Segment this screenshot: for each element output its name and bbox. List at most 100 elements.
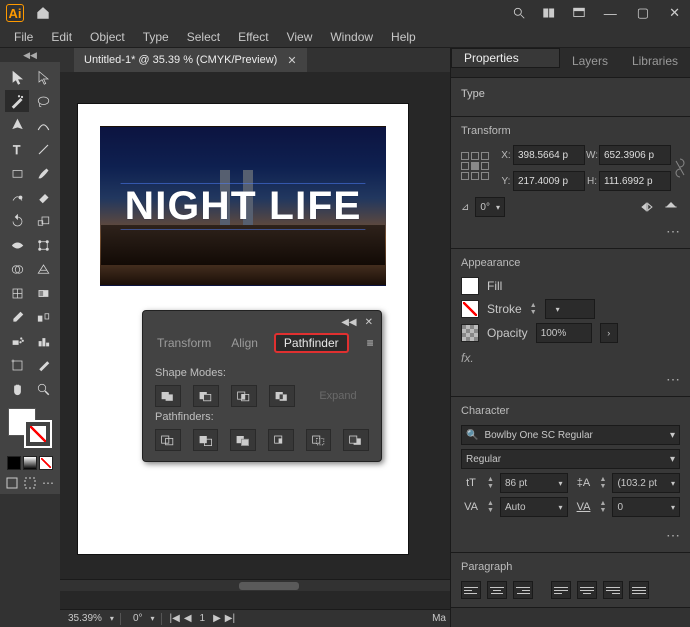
window-minimize-button[interactable]: — [600,6,621,21]
align-center-button[interactable] [487,581,507,599]
magic-wand-tool[interactable] [5,90,29,112]
paintbrush-tool[interactable] [31,162,55,184]
gradient-tool[interactable] [31,282,55,304]
artboard-nav-prev-icon[interactable]: ◀ [184,613,192,624]
artboard[interactable]: NIGHT LIFE ◀◀ ✕ Transform Align Pathfind… [78,104,408,554]
mesh-tool[interactable] [5,282,29,304]
headline-text[interactable]: NIGHT LIFE [120,183,365,230]
fill-stroke-control[interactable] [8,408,52,448]
menu-file[interactable]: File [6,28,41,46]
shaper-tool[interactable] [5,186,29,208]
menu-type[interactable]: Type [135,28,177,46]
hand-tool[interactable] [5,378,29,400]
artboard-nav-next-icon[interactable]: ▶ [213,613,221,624]
eyedropper-tool[interactable] [5,306,29,328]
blend-tool[interactable] [31,306,55,328]
stroke-weight-stepper[interactable]: ▲▼ [530,302,537,316]
width-field[interactable] [599,145,671,165]
search-icon[interactable] [510,4,528,22]
canvas[interactable]: NIGHT LIFE ◀◀ ✕ Transform Align Pathfind… [60,72,450,609]
chevron-down-icon[interactable]: ▾ [151,614,153,623]
artboard-tool[interactable] [5,354,29,376]
flip-vertical-icon[interactable] [662,198,680,216]
justify-center-button[interactable] [577,581,597,599]
panel-menu-icon[interactable]: ≡ [361,334,380,352]
justify-left-button[interactable] [551,581,571,599]
width-tool[interactable] [5,234,29,256]
shape-builder-tool[interactable] [5,258,29,280]
font-size-field[interactable]: 86 pt▾ [500,473,568,493]
menu-edit[interactable]: Edit [43,28,80,46]
workspace-icon[interactable] [570,4,588,22]
shapemode-exclude-button[interactable] [269,385,295,407]
menu-view[interactable]: View [279,28,321,46]
curvature-tool[interactable] [31,114,55,136]
justify-all-button[interactable] [629,581,649,599]
color-mode-none[interactable] [39,456,53,470]
rotation-field[interactable]: 0°▾ [475,197,505,217]
pathfinder-outline-button[interactable] [306,429,332,451]
artboard-nav-last-icon[interactable]: ▶| [225,613,235,624]
eraser-tool[interactable] [31,186,55,208]
document-tab-close-icon[interactable]: ✕ [287,54,296,67]
align-right-button[interactable] [513,581,533,599]
flip-horizontal-icon[interactable] [638,198,656,216]
tab-align[interactable]: Align [227,334,262,352]
leading-stepper[interactable]: ▲▼ [600,476,607,490]
horizontal-scrollbar[interactable] [60,579,450,591]
shapemode-minus-front-button[interactable] [193,385,219,407]
menu-object[interactable]: Object [82,28,133,46]
tab-layers[interactable]: Layers [560,48,620,77]
pathfinder-divide-button[interactable] [155,429,181,451]
height-field[interactable] [599,171,671,191]
window-maximize-button[interactable]: ▢ [633,5,653,21]
zoom-tool[interactable] [31,378,55,400]
tab-pathfinder[interactable]: Pathfinder [274,333,349,353]
font-size-stepper[interactable]: ▲▼ [487,476,494,490]
line-segment-tool[interactable] [31,138,55,160]
artboard-number-field[interactable]: 1 [196,613,210,624]
tab-properties[interactable]: Properties [451,48,560,68]
shapemode-unite-button[interactable] [155,385,181,407]
lasso-tool[interactable] [31,90,55,112]
justify-right-button[interactable] [603,581,623,599]
opacity-slider-button[interactable]: › [600,323,618,343]
menu-help[interactable]: Help [383,28,424,46]
color-mode-color[interactable] [7,456,21,470]
fx-button[interactable]: fx. [461,351,680,365]
pathfinder-merge-button[interactable] [230,429,256,451]
rectangle-tool[interactable] [5,162,29,184]
y-field[interactable] [513,171,585,191]
menu-select[interactable]: Select [179,28,228,46]
chevron-down-icon[interactable]: ▾ [110,614,112,623]
toolbox-collapse-icon[interactable]: ◀◀ [0,48,60,62]
tracking-stepper[interactable]: ▲▼ [600,500,607,514]
leading-field[interactable]: (103.2 pt▾ [612,473,680,493]
draw-normal-icon[interactable] [5,476,19,490]
fill-color-swatch[interactable] [461,277,479,295]
edit-toolbar-button[interactable]: ⋯ [41,476,55,490]
pathfinder-crop-button[interactable] [268,429,294,451]
zoom-level-dropdown[interactable]: 35.39% [64,613,106,624]
menu-window[interactable]: Window [322,28,381,46]
transform-more-options-icon[interactable]: ⋯ [461,217,680,240]
character-more-options-icon[interactable]: ⋯ [461,521,680,544]
symbol-sprayer-tool[interactable] [5,330,29,352]
home-icon[interactable] [34,4,52,22]
window-close-button[interactable]: ✕ [665,5,684,21]
placed-image[interactable]: NIGHT LIFE [100,126,386,286]
x-field[interactable] [513,145,585,165]
font-style-dropdown[interactable]: Regular▾ [461,449,680,469]
tracking-field[interactable]: 0▾ [612,497,680,517]
tab-libraries[interactable]: Libraries [620,48,690,77]
direct-selection-tool[interactable] [31,66,55,88]
appearance-more-options-icon[interactable]: ⋯ [461,365,680,388]
column-graph-tool[interactable] [31,330,55,352]
draw-behind-icon[interactable] [23,476,37,490]
opacity-field[interactable]: 100% [536,323,592,343]
free-transform-tool[interactable] [31,234,55,256]
color-mode-gradient[interactable] [23,456,37,470]
type-tool[interactable]: T [5,138,29,160]
reference-point-selector[interactable] [461,152,493,184]
pathfinder-trim-button[interactable] [193,429,219,451]
